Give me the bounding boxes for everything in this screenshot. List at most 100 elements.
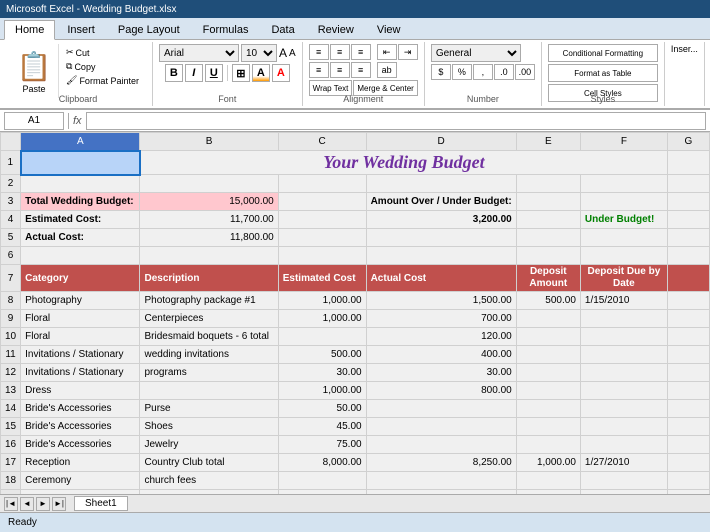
cell-dep-17[interactable]: 1,000.00 <box>516 454 580 472</box>
fill-color-button[interactable]: A <box>252 64 270 82</box>
cell-c4[interactable] <box>278 211 366 229</box>
align-bottom-center-button[interactable]: ≡ <box>330 62 350 78</box>
cell-depdate-8[interactable]: 1/15/2010 <box>580 292 667 310</box>
header-extra[interactable] <box>667 265 709 292</box>
cell-e2[interactable] <box>516 175 580 193</box>
cell-desc-9[interactable]: Centerpieces <box>140 310 278 328</box>
header-actual[interactable]: Actual Cost <box>366 265 516 292</box>
cell-g3[interactable] <box>667 193 709 211</box>
spreadsheet-container[interactable]: A B C D E F G 1 Your Wedding Budget 2 <box>0 132 710 494</box>
cell-dep-14[interactable] <box>516 400 580 418</box>
italic-button[interactable]: I <box>185 64 203 82</box>
tab-data[interactable]: Data <box>260 20 305 39</box>
cell-dep-9[interactable] <box>516 310 580 328</box>
tab-page-layout[interactable]: Page Layout <box>107 20 191 39</box>
cell-a6[interactable] <box>21 247 140 265</box>
cell-e3[interactable] <box>516 193 580 211</box>
tab-review[interactable]: Review <box>307 20 365 39</box>
cell-g18[interactable] <box>667 472 709 490</box>
orientation-button[interactable]: ab <box>377 62 397 78</box>
cell-f6[interactable] <box>580 247 667 265</box>
cell-f4-status[interactable]: Under Budget! <box>580 211 667 229</box>
last-sheet-button[interactable]: ►| <box>52 497 66 511</box>
cell-g2[interactable] <box>667 175 709 193</box>
percent-button[interactable]: % <box>452 64 472 80</box>
cell-d3[interactable]: Amount Over / Under Budget: <box>366 193 516 211</box>
decrease-decimal-button[interactable]: .00 <box>515 64 535 80</box>
font-size-select[interactable]: 10 <box>241 44 277 62</box>
cell-b3[interactable]: 15,000.00 <box>140 193 278 211</box>
cell-desc-11[interactable]: wedding invitations <box>140 346 278 364</box>
font-name-select[interactable]: Arial <box>159 44 239 62</box>
col-header-a[interactable]: A <box>21 133 140 151</box>
paste-button[interactable]: 📋 Paste <box>10 44 59 98</box>
increase-decimal-button[interactable]: .0 <box>494 64 514 80</box>
header-deposit-date[interactable]: Deposit Due by Date <box>580 265 667 292</box>
cell-g13[interactable] <box>667 382 709 400</box>
cell-g1[interactable] <box>667 151 709 175</box>
cell-category-8[interactable]: Photography <box>21 292 140 310</box>
header-description[interactable]: Description <box>140 265 278 292</box>
cell-category-11[interactable]: Invitations / Stationary <box>21 346 140 364</box>
cell-depdate-9[interactable] <box>580 310 667 328</box>
cell-est-13[interactable]: 1,000.00 <box>278 382 366 400</box>
cell-g4[interactable] <box>667 211 709 229</box>
cell-dep-10[interactable] <box>516 328 580 346</box>
cell-d2[interactable] <box>366 175 516 193</box>
header-category[interactable]: Category <box>21 265 140 292</box>
cell-desc-15[interactable]: Shoes <box>140 418 278 436</box>
cell-e6[interactable] <box>516 247 580 265</box>
comma-button[interactable]: , <box>473 64 493 80</box>
cell-act-18[interactable] <box>366 472 516 490</box>
cell-g11[interactable] <box>667 346 709 364</box>
tab-insert[interactable]: Insert <box>56 20 106 39</box>
cell-act-11[interactable]: 400.00 <box>366 346 516 364</box>
prev-sheet-button[interactable]: ◄ <box>20 497 34 511</box>
cell-g8[interactable] <box>667 292 709 310</box>
tab-home[interactable]: Home <box>4 20 55 40</box>
format-as-table-button[interactable]: Format as Table <box>548 64 658 82</box>
cell-d5[interactable] <box>366 229 516 247</box>
cell-a5[interactable]: Actual Cost: <box>21 229 140 247</box>
cell-a4[interactable]: Estimated Cost: <box>21 211 140 229</box>
cell-category-14[interactable]: Bride's Accessories <box>21 400 140 418</box>
col-header-b[interactable]: B <box>140 133 278 151</box>
cell-a1[interactable] <box>21 151 140 175</box>
header-deposit[interactable]: Deposit Amount <box>516 265 580 292</box>
cell-depdate-10[interactable] <box>580 328 667 346</box>
cell-g6[interactable] <box>667 247 709 265</box>
cell-g9[interactable] <box>667 310 709 328</box>
cell-est-12[interactable]: 30.00 <box>278 364 366 382</box>
cell-desc-12[interactable]: programs <box>140 364 278 382</box>
cell-b2[interactable] <box>140 175 278 193</box>
cell-g14[interactable] <box>667 400 709 418</box>
cell-depdate-16[interactable] <box>580 436 667 454</box>
conditional-formatting-button[interactable]: Conditional Formatting <box>548 44 658 62</box>
next-sheet-button[interactable]: ► <box>36 497 50 511</box>
cell-g12[interactable] <box>667 364 709 382</box>
cell-act-13[interactable]: 800.00 <box>366 382 516 400</box>
shrink-font-icon[interactable]: A <box>289 48 296 59</box>
cell-depdate-12[interactable] <box>580 364 667 382</box>
align-top-center-button[interactable]: ≡ <box>330 44 350 60</box>
cell-act-12[interactable]: 30.00 <box>366 364 516 382</box>
cell-f5[interactable] <box>580 229 667 247</box>
cell-e4[interactable] <box>516 211 580 229</box>
decrease-indent-button[interactable]: ⇤ <box>377 44 397 60</box>
cell-g5[interactable] <box>667 229 709 247</box>
cell-est-15[interactable]: 45.00 <box>278 418 366 436</box>
cell-reference-input[interactable] <box>4 112 64 130</box>
header-estimated[interactable]: Estimated Cost <box>278 265 366 292</box>
cell-c6[interactable] <box>278 247 366 265</box>
cell-est-9[interactable]: 1,000.00 <box>278 310 366 328</box>
cell-desc-16[interactable]: Jewelry <box>140 436 278 454</box>
currency-button[interactable]: $ <box>431 64 451 80</box>
number-format-select[interactable]: General <box>431 44 521 62</box>
cell-act-15[interactable] <box>366 418 516 436</box>
cell-g10[interactable] <box>667 328 709 346</box>
cell-depdate-14[interactable] <box>580 400 667 418</box>
cell-g17[interactable] <box>667 454 709 472</box>
cell-category-10[interactable]: Floral <box>21 328 140 346</box>
col-header-e[interactable]: E <box>516 133 580 151</box>
cell-b5[interactable]: 11,800.00 <box>140 229 278 247</box>
